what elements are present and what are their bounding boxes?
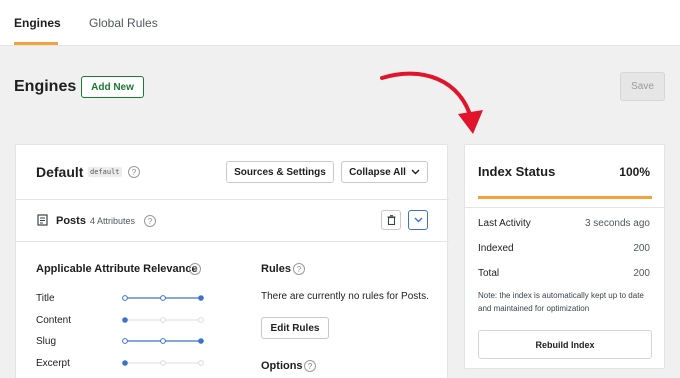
annotation-arrow-icon	[380, 71, 483, 134]
engine-slug: default	[88, 167, 122, 177]
options-heading: Options	[261, 360, 303, 372]
active-tab-indicator	[14, 42, 58, 45]
indexed-value: 200	[633, 243, 650, 254]
trash-icon	[387, 215, 395, 225]
slider-handle[interactable]	[122, 360, 128, 366]
expand-source-button[interactable]	[408, 210, 428, 230]
relevance-heading: Applicable Attribute Relevance	[36, 263, 198, 275]
chevron-down-icon	[411, 169, 420, 175]
collapse-all-label: Collapse All	[349, 166, 406, 178]
card-divider	[16, 199, 449, 200]
slider-handle[interactable]	[198, 338, 204, 344]
slider-step[interactable]	[160, 360, 166, 366]
index-status-percent: 100%	[619, 165, 650, 179]
last-activity-label: Last Activity	[478, 218, 531, 229]
save-button[interactable]: Save	[620, 72, 665, 101]
chevron-down-icon	[414, 217, 422, 223]
delete-source-button[interactable]	[381, 210, 401, 230]
engine-title: Default	[36, 164, 84, 180]
slider-step[interactable]	[122, 295, 128, 301]
post-icon	[37, 214, 48, 226]
sources-settings-button[interactable]: Sources & Settings	[226, 161, 334, 183]
slider-step[interactable]	[198, 360, 204, 366]
relevance-slider-slug[interactable]	[120, 335, 210, 347]
relevance-slider-excerpt[interactable]	[120, 357, 210, 369]
slider-step[interactable]	[198, 317, 204, 323]
help-icon[interactable]: ?	[189, 263, 201, 275]
relevance-slider-content[interactable]	[120, 314, 210, 326]
slider-handle[interactable]	[198, 295, 204, 301]
tab-global-rules[interactable]: Global Rules	[89, 16, 158, 30]
index-status-card: Index Status 100% Last Activity 3 second…	[464, 144, 666, 369]
card-divider	[465, 207, 666, 208]
slider-step[interactable]	[160, 295, 166, 301]
card-divider	[16, 241, 449, 242]
slider-step[interactable]	[160, 338, 166, 344]
slider-step[interactable]	[122, 338, 128, 344]
total-label: Total	[478, 268, 500, 279]
attribute-label-slug: Slug	[36, 336, 57, 347]
index-progress-bar	[478, 196, 652, 199]
total-value: 200	[633, 268, 650, 279]
help-icon[interactable]: ?	[144, 215, 156, 227]
top-navigation: Engines Global Rules	[0, 0, 680, 46]
rules-heading: Rules	[261, 263, 291, 275]
add-new-button[interactable]: Add New	[81, 76, 144, 98]
engine-card: Default default ? Sources & Settings Col…	[15, 144, 449, 378]
page-title: Engines	[14, 78, 77, 95]
attribute-count: 4 Attributes	[90, 216, 136, 226]
edit-rules-button[interactable]: Edit Rules	[261, 317, 329, 339]
help-icon[interactable]: ?	[293, 263, 305, 275]
tab-engines[interactable]: Engines	[14, 16, 61, 30]
slider-handle[interactable]	[122, 317, 128, 323]
attribute-label-content: Content	[36, 315, 72, 326]
indexed-label: Indexed	[478, 243, 514, 254]
attribute-label-excerpt: Excerpt	[36, 358, 70, 369]
index-status-title: Index Status	[478, 164, 556, 179]
last-activity-value: 3 seconds ago	[584, 218, 650, 229]
rebuild-index-button[interactable]: Rebuild Index	[478, 330, 652, 359]
relevance-slider-title[interactable]	[120, 292, 210, 304]
source-name: Posts	[56, 215, 86, 227]
index-note: Note: the index is automatically kept up…	[478, 291, 644, 313]
slider-step[interactable]	[160, 317, 166, 323]
collapse-all-button[interactable]: Collapse All	[341, 161, 428, 183]
attribute-label-title: Title	[36, 293, 55, 304]
help-icon[interactable]: ?	[304, 360, 316, 372]
rules-empty-text: There are currently no rules for Posts.	[261, 291, 429, 302]
help-icon[interactable]: ?	[128, 166, 140, 178]
